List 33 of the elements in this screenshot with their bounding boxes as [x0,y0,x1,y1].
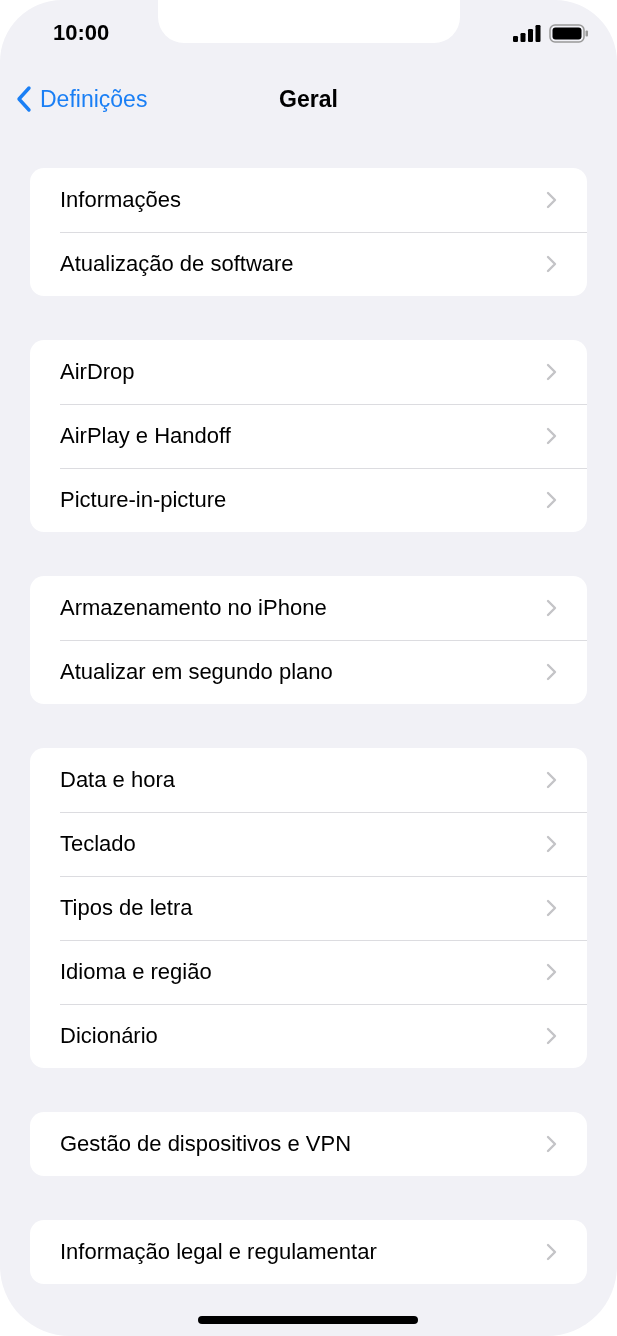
settings-row[interactable]: Informações [30,168,587,232]
settings-row[interactable]: AirPlay e Handoff [30,404,587,468]
chevron-right-icon [546,835,557,853]
status-time: 10:00 [53,20,110,46]
battery-icon [549,23,589,43]
settings-row[interactable]: Armazenamento no iPhone [30,576,587,640]
settings-row[interactable]: Data e hora [30,748,587,812]
chevron-right-icon [546,963,557,981]
chevron-right-icon [546,899,557,917]
chevron-right-icon [546,491,557,509]
chevron-right-icon [546,599,557,617]
signal-icon [513,24,541,42]
settings-row[interactable]: Picture-in-picture [30,468,587,532]
chevron-right-icon [546,663,557,681]
settings-row[interactable]: Dicionário [30,1004,587,1068]
settings-row[interactable]: Teclado [30,812,587,876]
settings-row[interactable]: Idioma e região [30,940,587,1004]
settings-row[interactable]: Tipos de letra [30,876,587,940]
chevron-right-icon [546,191,557,209]
settings-row[interactable]: Atualizar em segundo plano [30,640,587,704]
settings-row[interactable]: Gestão de dispositivos e VPN [30,1112,587,1176]
settings-row[interactable]: AirDrop [30,340,587,404]
chevron-right-icon [546,1027,557,1045]
chevron-right-icon [546,427,557,445]
settings-row[interactable]: Informação legal e regulamentar [30,1220,587,1284]
back-chevron-icon [16,85,32,113]
chevron-right-icon [546,771,557,789]
chevron-right-icon [546,363,557,381]
chevron-right-icon [546,1135,557,1153]
settings-row[interactable]: Atualização de software [30,232,587,296]
page-title: Geral [279,85,338,113]
chevron-right-icon [546,1243,557,1261]
chevron-right-icon [546,255,557,273]
